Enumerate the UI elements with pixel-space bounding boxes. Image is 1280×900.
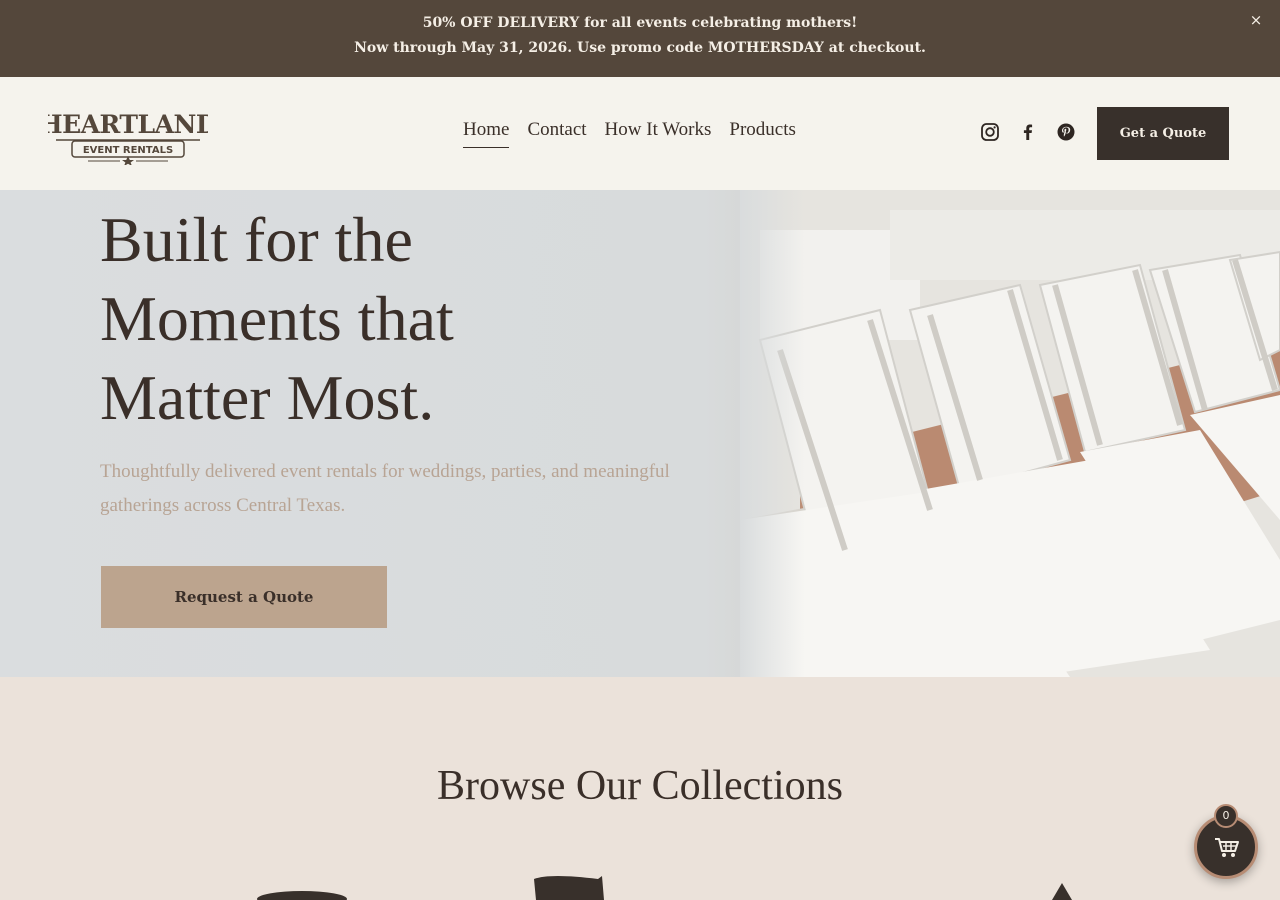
announcement-bar: 50% OFF DELIVERY for all events celebrat…	[0, 0, 1280, 77]
heartland-logo: HEARTLAND EVENT RENTALS	[48, 110, 208, 165]
table-collection-icon[interactable]	[250, 887, 354, 900]
tent-collection-icon[interactable]	[1052, 883, 1072, 900]
logo-wordmark: HEARTLAND	[48, 110, 208, 139]
hero-title-line-2: Moments that	[100, 283, 454, 354]
hero-title: Built for the Moments that Matter Most.	[100, 200, 700, 437]
request-a-quote-button[interactable]: Request a Quote	[101, 566, 387, 628]
nav-products[interactable]: Products	[729, 119, 796, 148]
instagram-icon[interactable]	[980, 122, 1000, 142]
hero-subtitle: Thoughtfully delivered event rentals for…	[100, 461, 670, 516]
nav-contact[interactable]: Contact	[527, 119, 586, 148]
facebook-icon[interactable]	[1018, 122, 1038, 142]
announcement-line-2: Now through May 31, 2026. Use promo code…	[354, 40, 926, 56]
hero-section: Built for the Moments that Matter Most. …	[0, 190, 1280, 677]
cart-count-badge: 0	[1214, 804, 1238, 828]
close-icon[interactable]: ×	[1246, 10, 1266, 30]
collections-title: Browse Our Collections	[437, 763, 843, 809]
nav-home[interactable]: Home	[463, 119, 510, 148]
hero-title-line-1: Built for the	[100, 204, 413, 275]
social-links	[980, 122, 1076, 142]
logo-subtitle: EVENT RENTALS	[83, 145, 173, 156]
announcement-line-1: 50% OFF DELIVERY for all events celebrat…	[422, 15, 858, 31]
main-nav: Home Contact How It Works Products	[463, 119, 796, 148]
hero-chairs-image	[740, 190, 1280, 677]
hero-title-line-3: Matter Most.	[100, 362, 435, 433]
site-header: HEARTLAND EVENT RENTALS Home Contact How…	[0, 77, 1280, 190]
pinterest-icon[interactable]	[1056, 122, 1076, 142]
nav-how-it-works[interactable]: How It Works	[605, 119, 712, 148]
chair-collection-icon[interactable]	[530, 873, 620, 900]
get-a-quote-button[interactable]: Get a Quote	[1097, 107, 1229, 160]
collections-section: Browse Our Collections	[0, 677, 1280, 900]
